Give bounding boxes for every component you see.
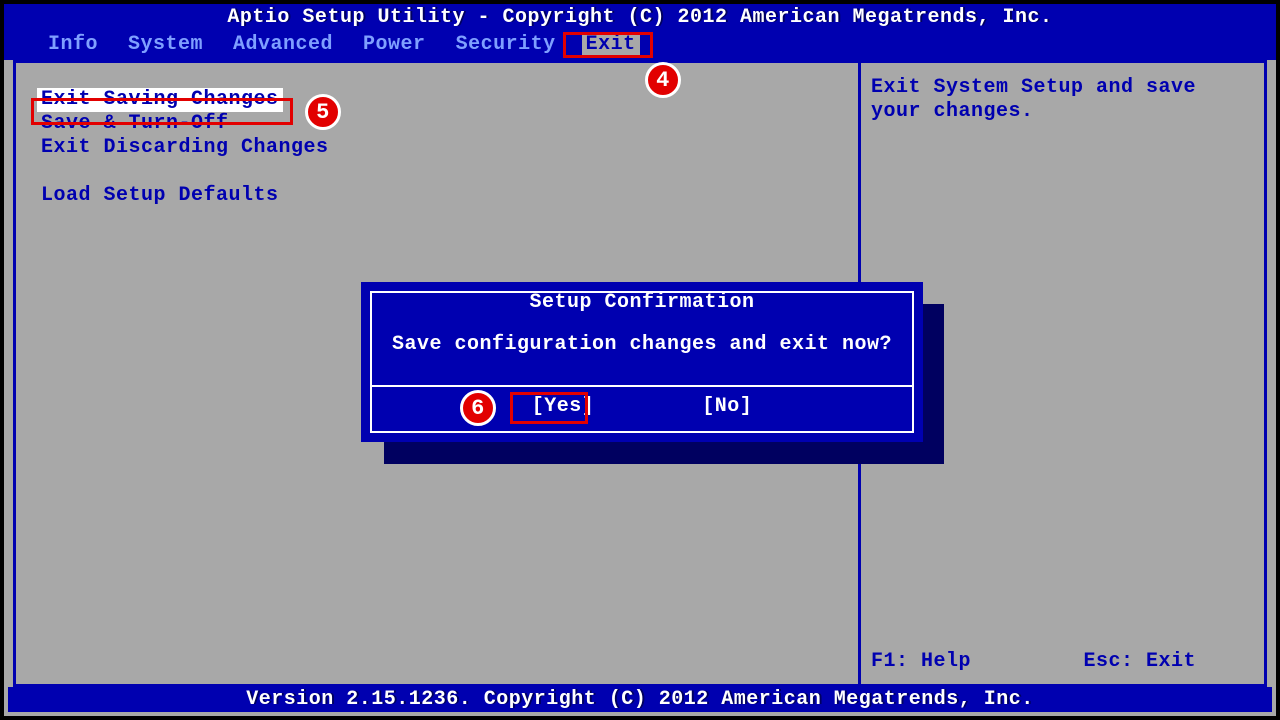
menu-list: Exit Saving Changes Save & Turn-Off Exit…	[37, 88, 847, 208]
annotation-badge-4: 4	[645, 62, 681, 98]
dialog-separator	[372, 385, 912, 387]
hint-esc: Esc: Exit	[1084, 650, 1197, 673]
tab-advanced[interactable]: Advanced	[229, 33, 337, 57]
dialog-message: Save configuration changes and exit now?	[372, 333, 912, 357]
menu-item-exit-saving[interactable]: Exit Saving Changes	[37, 88, 283, 112]
menu-item-load-defaults[interactable]: Load Setup Defaults	[37, 184, 847, 208]
tab-system[interactable]: System	[124, 33, 207, 57]
dialog-title: Setup Confirmation	[519, 293, 764, 313]
dialog-buttons: [Yes] [No]	[372, 393, 912, 420]
tab-security[interactable]: Security	[452, 33, 560, 57]
hint-f1: F1: Help	[871, 650, 1071, 673]
footer-bar: Version 2.15.1236. Copyright (C) 2012 Am…	[8, 687, 1272, 712]
tab-power[interactable]: Power	[359, 33, 430, 57]
tab-exit[interactable]: Exit	[582, 33, 640, 57]
menu-item-save-turnoff[interactable]: Save & Turn-Off	[37, 112, 847, 136]
no-button[interactable]: [No]	[698, 393, 756, 420]
top-bar: Aptio Setup Utility - Copyright (C) 2012…	[4, 4, 1276, 60]
yes-button[interactable]: [Yes]	[528, 393, 599, 420]
bios-screen: Aptio Setup Utility - Copyright (C) 2012…	[0, 0, 1280, 720]
menu-item-exit-discarding[interactable]: Exit Discarding Changes	[37, 136, 847, 160]
key-hints: F1: Help Esc: Exit	[871, 650, 1196, 673]
tab-info[interactable]: Info	[44, 33, 102, 57]
help-description: Exit System Setup and save your changes.	[871, 76, 1249, 124]
dialog-frame: Setup Confirmation Save configuration ch…	[370, 291, 914, 433]
app-title: Aptio Setup Utility - Copyright (C) 2012…	[4, 6, 1276, 30]
annotation-badge-5: 5	[305, 94, 341, 130]
annotation-badge-6: 6	[460, 390, 496, 426]
confirmation-dialog: Setup Confirmation Save configuration ch…	[361, 282, 923, 442]
dialog-title-wrap: Setup Confirmation	[372, 291, 912, 314]
menu-spacer	[37, 160, 847, 184]
menu-bar: Info System Advanced Power Security Exit	[4, 30, 1276, 60]
